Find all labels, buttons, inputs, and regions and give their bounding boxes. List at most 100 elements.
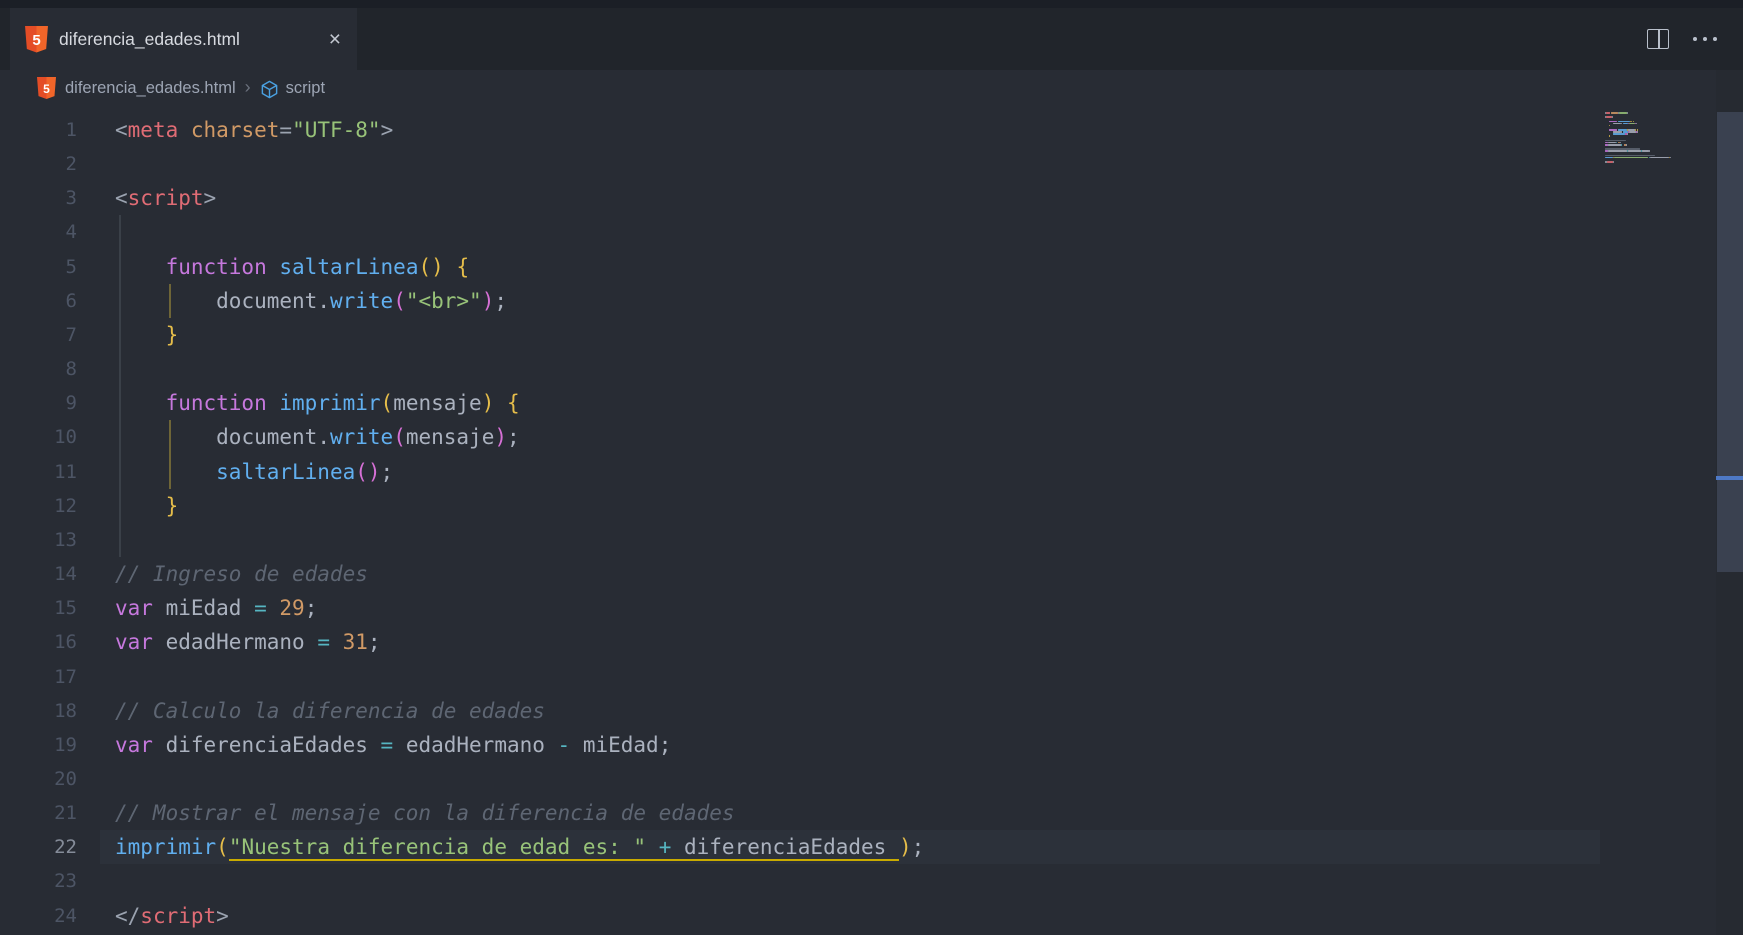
code-token: "UTF-8" [292, 118, 381, 142]
line-number: 22 [54, 836, 77, 859]
breadcrumb-file[interactable]: diferencia_edades.html [65, 79, 236, 98]
code-line[interactable]: 13 [0, 522, 1743, 558]
code-token: { [507, 391, 520, 416]
code-line[interactable]: 7 } [0, 317, 1743, 353]
code-token: . [317, 288, 330, 313]
code-line[interactable]: 5 function saltarLinea() { [0, 249, 1743, 284]
code-line[interactable]: 12 } [0, 488, 1743, 523]
minimap[interactable] [1600, 106, 1715, 935]
line-number: 9 [65, 392, 77, 415]
code-token: ; [380, 459, 394, 484]
code-token: ; [911, 835, 925, 860]
line-number: 23 [54, 870, 77, 893]
code-line[interactable]: 6 document.write("<br>"); [0, 283, 1743, 318]
code-token: miEdad [570, 732, 659, 757]
code-token: function [165, 391, 267, 416]
code-line[interactable]: 9 function imprimir(mensaje) { [0, 386, 1743, 421]
code-text: document.write(mensaje); [115, 420, 520, 454]
code-token: ( [393, 425, 406, 450]
code-token: </ [115, 903, 141, 928]
scrollbar-track[interactable] [1716, 70, 1743, 935]
code-line[interactable]: 11 saltarLinea(); [0, 454, 1743, 489]
code-token: "Nuestra diferencia de edad es: " [228, 835, 647, 862]
line-number: 14 [54, 563, 77, 586]
code-token: write [329, 288, 394, 313]
code-text: // Mostrar el mensaje con la diferencia … [115, 796, 735, 830]
code-line[interactable]: 23 [0, 864, 1743, 898]
code-token: // Mostrar el mensaje con la diferencia … [115, 801, 735, 826]
code-line[interactable]: 21 // Mostrar el mensaje con la diferenci… [0, 796, 1743, 830]
breadcrumb-symbol[interactable]: script [286, 79, 325, 98]
code-line[interactable]: 3 <script> [0, 181, 1743, 215]
code-line[interactable]: 18 // Calculo la diferencia de edades [0, 694, 1743, 728]
code-token: var [115, 630, 153, 655]
code-token: mensaje [393, 391, 482, 416]
code-token: saltarLinea [216, 459, 356, 484]
line-number: 15 [54, 597, 77, 620]
indent-guide [119, 215, 121, 250]
line-number: 11 [54, 460, 77, 483]
code-token: > [216, 903, 229, 928]
code-text: document.write("<br>"); [115, 284, 507, 318]
line-number: 4 [65, 221, 77, 244]
code-token: ( [380, 391, 394, 416]
code-token: > [203, 186, 217, 211]
line-number: 19 [54, 733, 77, 756]
code-text: var diferenciaEdades = edadHermano - miE… [115, 728, 671, 762]
code-token: ) [481, 391, 495, 416]
code-area[interactable]: 1 <meta charset="UTF-8"> 2 3 <script> 4 5 func… [0, 106, 1743, 935]
code-line[interactable]: 20 [0, 762, 1743, 796]
more-actions-icon[interactable] [1693, 37, 1717, 41]
tab-diferencia-edades[interactable]: 5 diferencia_edades.html × [10, 8, 357, 70]
code-text: var miEdad = 29; [115, 591, 317, 625]
tab-label: diferencia_edades.html [59, 28, 240, 49]
code-token: saltarLinea [279, 254, 419, 279]
line-number: 8 [65, 358, 77, 381]
code-line[interactable]: 2 [0, 147, 1743, 181]
code-token: edadHermano [152, 630, 318, 655]
code-token: script [127, 186, 204, 211]
code-text: <script> [115, 181, 216, 215]
code-token: diferenciaEdades [152, 732, 381, 757]
code-token: = [317, 630, 330, 655]
line-number: 2 [65, 153, 77, 176]
code-line[interactable]: 24 </script> [0, 899, 1743, 933]
code-text: </script> [115, 899, 229, 933]
code-text: imprimir("Nuestra diferencia de edad es:… [115, 830, 924, 864]
line-number: 12 [54, 494, 77, 517]
code-line[interactable]: 14 // Ingreso de edades [0, 557, 1743, 591]
split-editor-icon[interactable] [1647, 29, 1669, 49]
scrollbar-thumb[interactable] [1717, 112, 1743, 572]
code-token: imprimir [279, 391, 381, 416]
tab-close-icon[interactable]: × [329, 29, 341, 50]
code-token: // Calculo la diferencia de edades [115, 698, 545, 723]
code-token: script [140, 903, 217, 928]
code-token: ; [304, 596, 318, 621]
code-token: = [380, 732, 394, 757]
line-number: 7 [65, 323, 77, 346]
html5-icon: 5 [25, 25, 48, 53]
code-line[interactable]: 15 var miEdad = 29; [0, 591, 1743, 625]
chevron-right-icon: › [244, 76, 251, 97]
code-line[interactable]: 17 [0, 660, 1743, 694]
overview-cursor-marker [1716, 476, 1743, 480]
indent-guide [119, 522, 121, 558]
code-line[interactable]: 8 [0, 352, 1743, 387]
code-line[interactable]: 4 [0, 215, 1743, 250]
indent-guide [119, 352, 121, 387]
code-line[interactable]: 19 var diferenciaEdades = edadHermano - m… [0, 728, 1743, 762]
code-line[interactable]: 22 imprimir("Nuestra diferencia de edad e… [0, 830, 1743, 865]
code-token: function [165, 254, 267, 279]
code-token: - [557, 732, 571, 757]
code-line[interactable]: 10 document.write(mensaje); [0, 420, 1743, 455]
code-line[interactable]: 1 <meta charset="UTF-8"> [0, 113, 1743, 147]
code-token: + [658, 835, 672, 862]
code-token: ) [898, 835, 912, 860]
code-line[interactable]: 16 var edadHermano = 31; [0, 625, 1743, 659]
